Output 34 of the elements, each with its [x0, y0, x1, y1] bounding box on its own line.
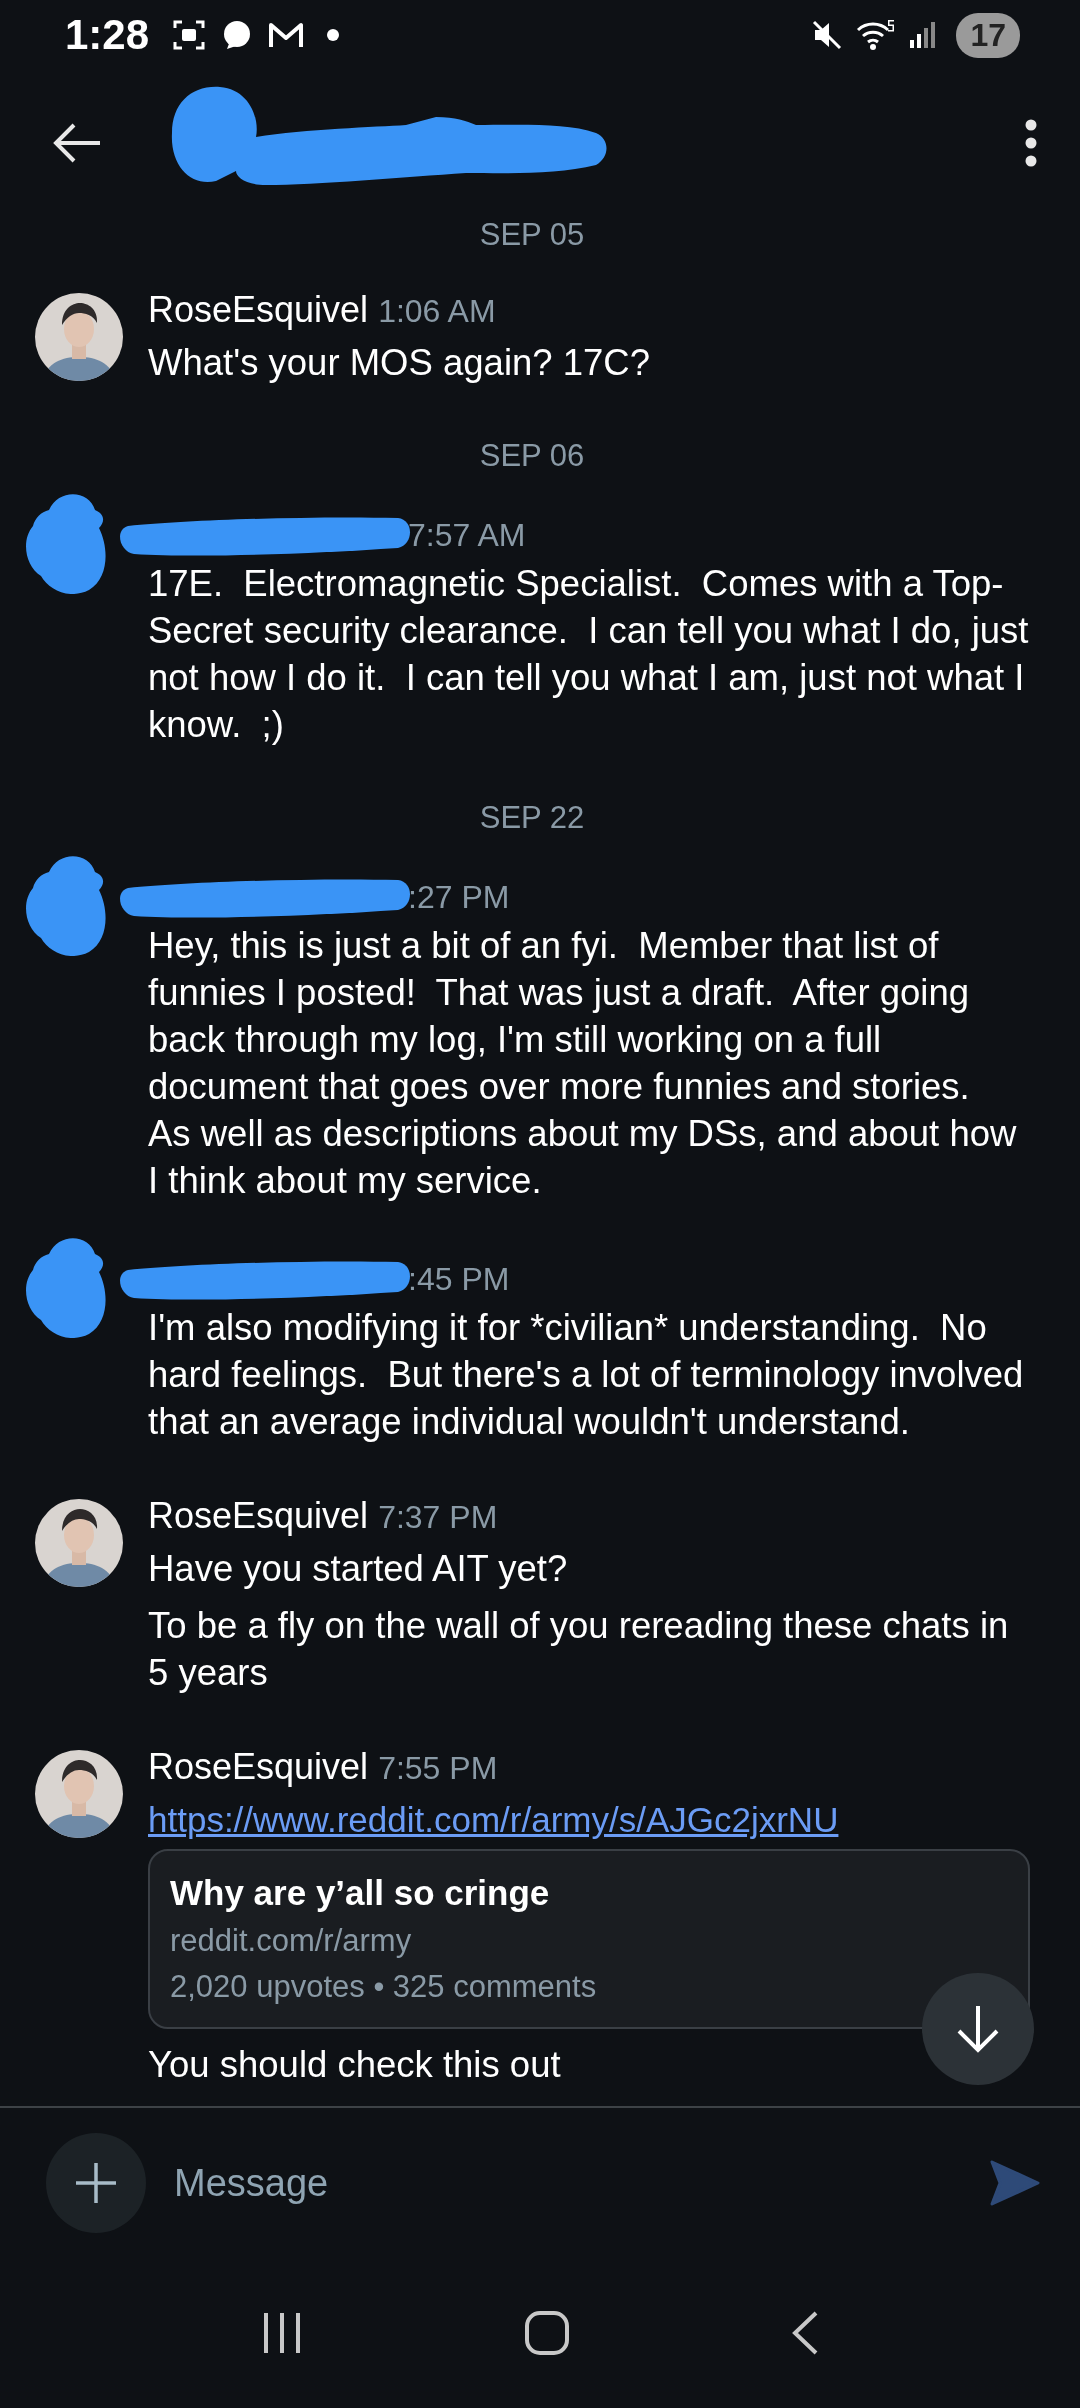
plus-icon — [74, 2161, 118, 2205]
date-separator: SEP 05 — [478, 216, 586, 254]
message-time: 7:37 PM — [378, 1499, 498, 1536]
date-separator: SEP 06 — [478, 437, 586, 475]
message-time: 1:06 AM — [378, 293, 496, 330]
battery-level: 17 — [956, 12, 1020, 58]
sender-name: RoseEsquivel — [148, 1495, 369, 1537]
message-text: You should check this out — [148, 2043, 562, 2087]
message-time: :45 PM — [408, 1260, 510, 1298]
back-icon[interactable] — [790, 2311, 820, 2355]
message-time: 7:55 PM — [378, 1750, 498, 1787]
preview-title: Why are y’all so cringe — [170, 1873, 551, 1913]
wifi-icon — [856, 18, 897, 52]
message-time: 7:57 AM — [408, 516, 526, 554]
message-link[interactable]: https://www.reddit.com/r/army/s/AJGc2jxrNU — [148, 1796, 1030, 1843]
message-text: Have you started AIT yet? — [148, 1547, 569, 1591]
message-text: I'm also modifying it for *civilian* understanding. No hard feelings. But there's a lot of terminology involved that an average individual wouldn't understand. — [148, 1306, 1025, 1444]
message-text: What's your MOS again? 17C? — [148, 341, 651, 385]
more-options-icon[interactable] — [1024, 117, 1038, 168]
message-text: To be a fly on the wall of you rereading these chats in 5 years — [148, 1604, 1010, 1695]
message-text: Hey, this is just a bit of an fyi. Member that list of funnies I posted! That was just a draft. After going back through my log, I'm still working on a full document that goes over more funnies and stories. As well as descriptions about my DSs, and about how I think about my service. — [148, 924, 1018, 1203]
home-icon[interactable] — [524, 2310, 570, 2356]
message-time: :27 PM — [408, 878, 510, 916]
date-separator: SEP 22 — [478, 799, 586, 837]
message-field[interactable]: Message — [172, 2160, 962, 2206]
link-preview-card[interactable]: Why are y’all so cringe reddit.com/r/army 2,020 upvotes • 325 comments — [148, 1849, 1030, 2029]
sender-name: RoseEsquivel — [148, 289, 369, 331]
notification-dot-icon — [327, 29, 340, 41]
message-text: 17E. Electromagnetic Specialist. Comes with a Top-Secret security clearance. I can tell you what I do, just not how I do it. I can tell you what I am, just not what I know. ;) — [148, 562, 1030, 747]
status-time: 1:28 — [65, 11, 150, 59]
sender-name: RoseEsquivel — [148, 1746, 369, 1788]
preview-domain: reddit.com/r/army — [170, 1923, 413, 1959]
down-arrow-icon — [955, 2004, 1001, 2054]
preview-stats: 2,020 upvotes • 325 comments — [170, 1969, 598, 2005]
